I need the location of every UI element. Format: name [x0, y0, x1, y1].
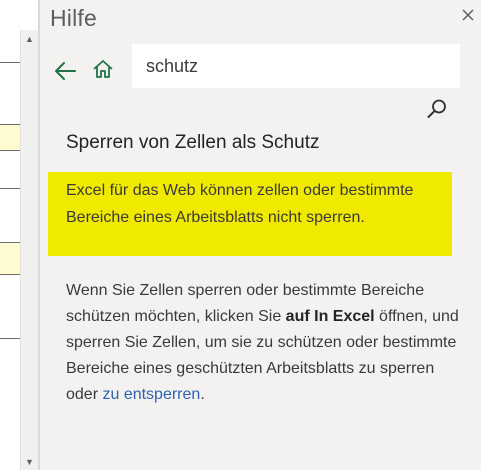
- cell-gridline: [0, 62, 20, 63]
- worksheet-strip[interactable]: [0, 0, 20, 470]
- vertical-scrollbar[interactable]: ▲ ▼: [20, 30, 38, 470]
- scroll-down-icon[interactable]: ▼: [21, 453, 38, 470]
- body-end: .: [200, 386, 205, 403]
- back-button[interactable]: [52, 58, 78, 84]
- highlight-note: Excel für das Web können zellen oder bes…: [66, 182, 414, 226]
- back-arrow-icon: [55, 62, 76, 80]
- article-body: Wenn Sie Zellen sperren oder bestimmte B…: [66, 278, 460, 408]
- unlock-link[interactable]: zu entsperren: [102, 386, 200, 403]
- close-icon[interactable]: [459, 6, 477, 24]
- home-button[interactable]: [90, 56, 116, 82]
- search-input[interactable]: [133, 45, 459, 87]
- home-icon: [93, 60, 113, 78]
- highlighted-cell[interactable]: [0, 242, 20, 275]
- body-bold: auf In Excel: [285, 308, 375, 325]
- cell-gridline: [0, 188, 20, 189]
- pane-title: Hilfe: [50, 5, 98, 31]
- scroll-up-icon[interactable]: ▲: [21, 30, 38, 47]
- article-title: Sperren von Zellen als Schutz: [66, 132, 320, 153]
- search-field[interactable]: [132, 44, 460, 88]
- search-icon[interactable]: [426, 98, 448, 120]
- help-pane: Hilfe Sperren von Zellen als Schutz Exce…: [40, 0, 481, 470]
- cell-gridline: [0, 338, 20, 339]
- highlighted-cell[interactable]: [0, 124, 20, 151]
